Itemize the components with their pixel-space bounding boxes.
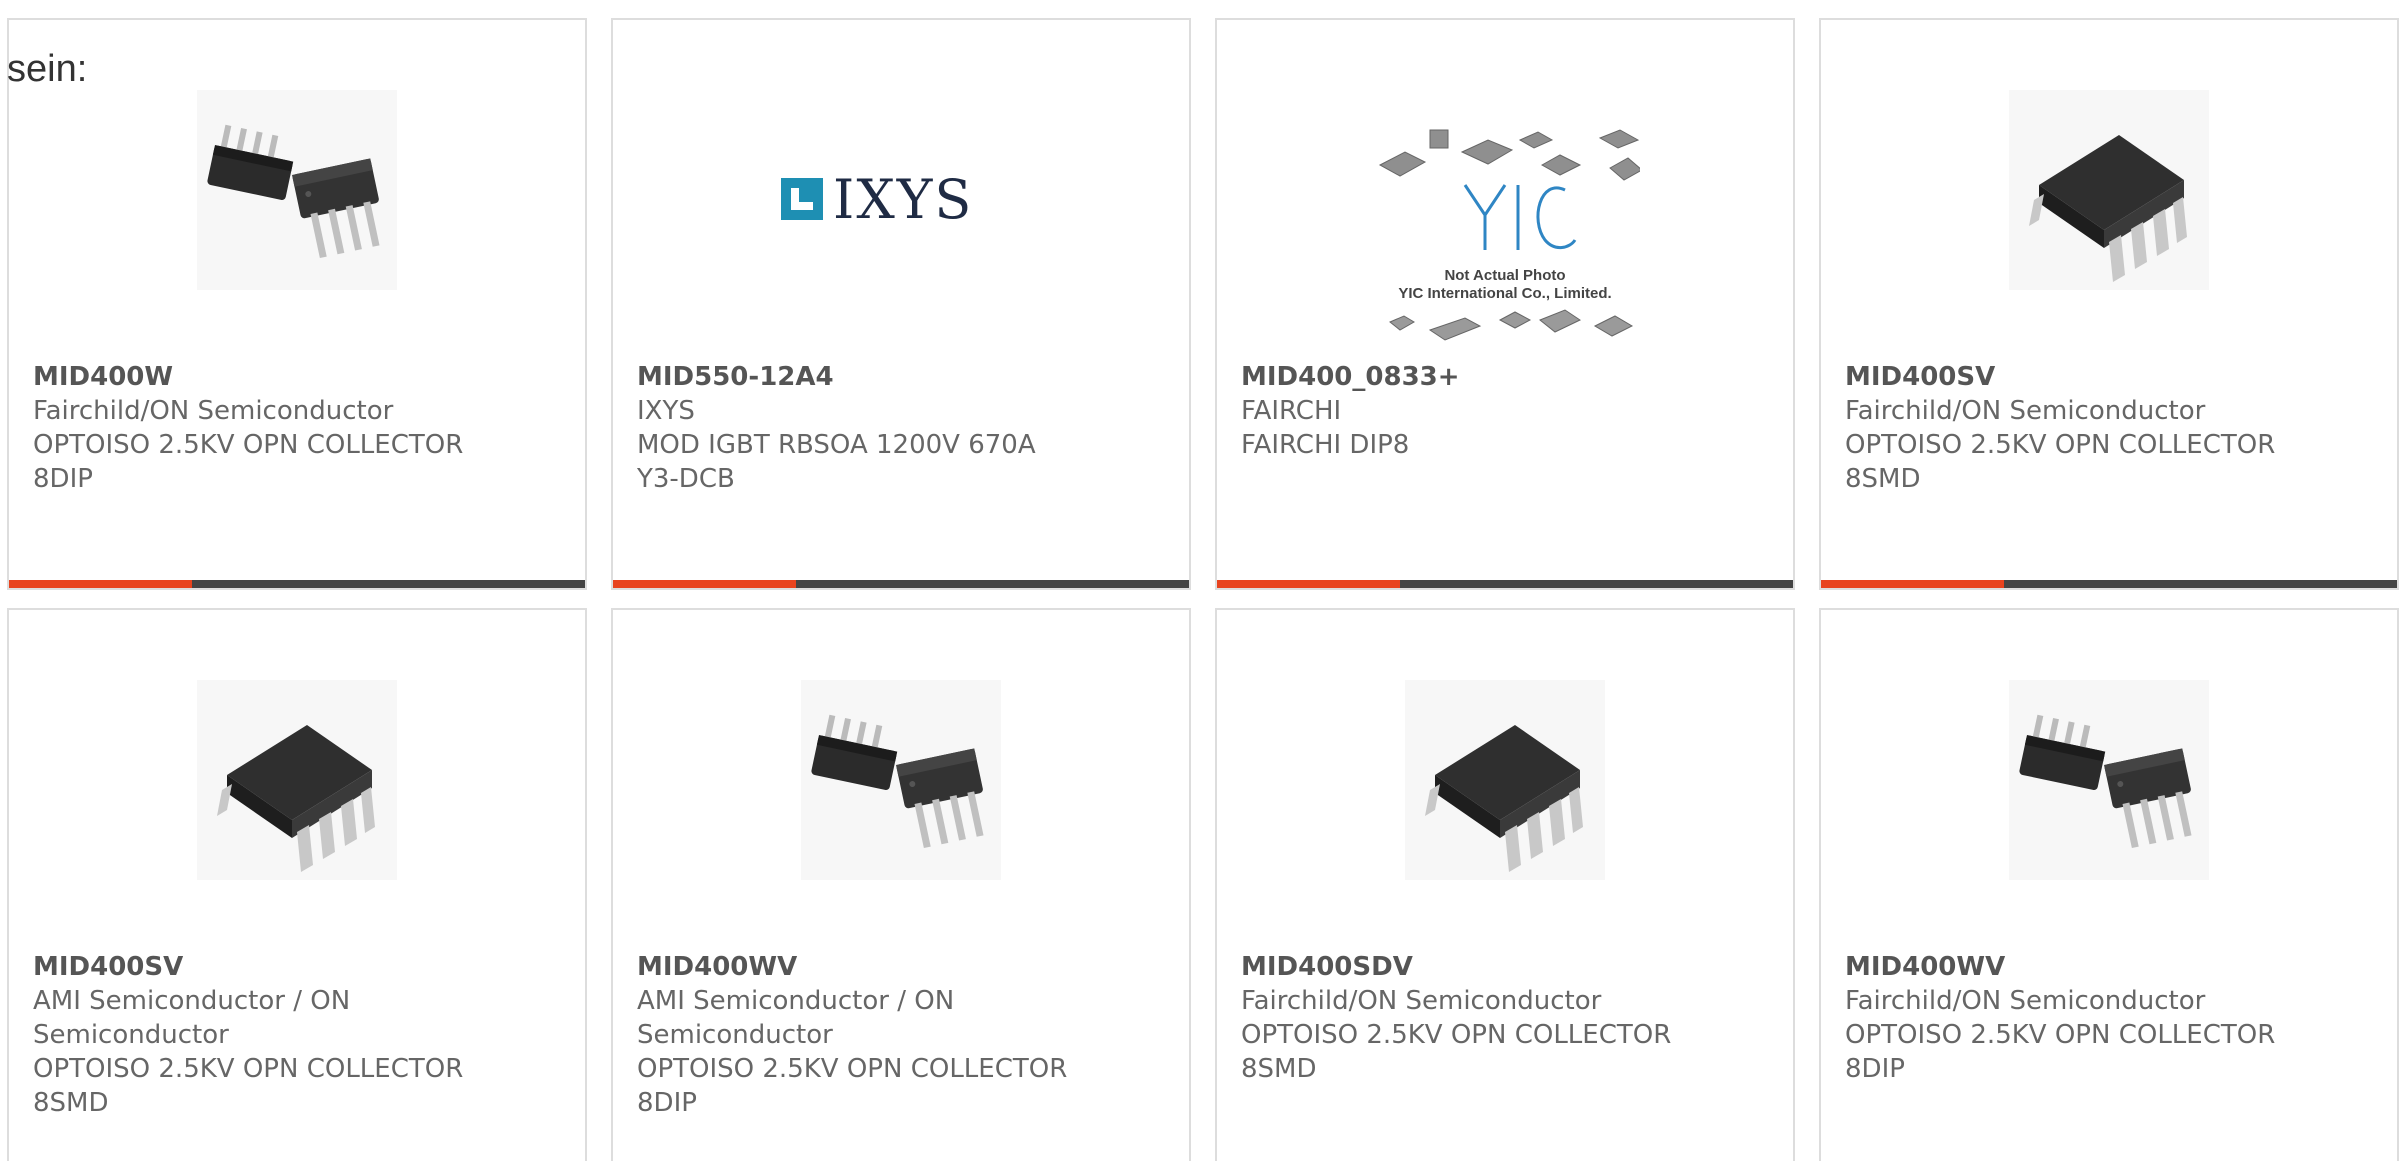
part-number[interactable]: MID400W [33, 360, 561, 394]
description: OPTOISO 2.5KV OPN COLLECTOR [1845, 430, 2276, 460]
product-card[interactable]: MID400SV AMI Semiconductor / ON Semicond… [7, 608, 587, 1161]
description: OPTOISO 2.5KV OPN COLLECTOR [33, 1054, 464, 1084]
part-number[interactable]: MID550-12A4 [637, 360, 1165, 394]
description: OPTOISO 2.5KV OPN COLLECTOR [33, 430, 464, 460]
card-bar [613, 580, 1189, 588]
ixys-logo-text: IXYS [833, 168, 973, 231]
product-info: MID550-12A4 IXYS MOD IGBT RBSOA 1200V 67… [637, 360, 1165, 496]
manufacturer-continued: Semiconductor [33, 1020, 229, 1050]
product-image[interactable] [1821, 680, 2397, 910]
product-info: MID400SDV Fairchild/ON Semiconductor OPT… [1241, 950, 1769, 1086]
description: OPTOISO 2.5KV OPN COLLECTOR [1241, 1020, 1672, 1050]
dip-chip-pair-icon [801, 680, 1001, 880]
product-image[interactable] [1217, 680, 1793, 910]
product-info: MID400_0833+ FAIRCHI FAIRCHI DIP8 [1241, 360, 1769, 462]
package: 8SMD [1241, 1054, 1317, 1084]
product-image[interactable]: IXYS [613, 90, 1189, 320]
dip-chip-pair-icon [197, 90, 397, 290]
card-bar [1821, 580, 2397, 588]
smd-chip-icon [2009, 90, 2209, 290]
yic-placeholder-line-1: Not Actual Photo [1444, 267, 1565, 284]
manufacturer: Fairchild/ON Semiconductor [1241, 986, 1602, 1016]
manufacturer: FAIRCHI [1241, 396, 1342, 426]
package: 8DIP [33, 464, 93, 494]
product-card[interactable]: MID400WV AMI Semiconductor / ON Semicond… [611, 608, 1191, 1161]
product-card[interactable]: IXYS MID550-12A4 IXYS MOD IGBT RBSOA 120… [611, 18, 1191, 590]
package: 8SMD [1845, 464, 1921, 494]
manufacturer: Fairchild/ON Semiconductor [1845, 986, 2206, 1016]
manufacturer-continued: Semiconductor [637, 1020, 833, 1050]
part-number[interactable]: MID400WV [1845, 950, 2373, 984]
yic-placeholder-line-2: YIC International Co., Limited. [1398, 285, 1611, 302]
manufacturer: Fairchild/ON Semiconductor [1845, 396, 2206, 426]
product-info: MID400W Fairchild/ON Semiconductor OPTOI… [33, 360, 561, 496]
product-image[interactable] [613, 680, 1189, 910]
package: 8DIP [1845, 1054, 1905, 1084]
product-image[interactable] [9, 90, 585, 320]
card-bar-accent [1217, 580, 1400, 588]
package: Y3-DCB [637, 464, 735, 494]
product-info: MID400WV AMI Semiconductor / ON Semicond… [637, 950, 1165, 1120]
manufacturer: AMI Semiconductor / ON [33, 986, 351, 1016]
card-bar-accent [1821, 580, 2004, 588]
product-info: MID400SV Fairchild/ON Semiconductor OPTO… [1845, 360, 2373, 496]
package: 8SMD [33, 1088, 109, 1118]
part-number[interactable]: MID400SV [33, 950, 561, 984]
lead-text: sein: [7, 48, 88, 90]
package: 8DIP [637, 1088, 697, 1118]
description: OPTOISO 2.5KV OPN COLLECTOR [1845, 1020, 2276, 1050]
part-number[interactable]: MID400_0833+ [1241, 360, 1769, 394]
smd-chip-icon [197, 680, 397, 880]
card-bar-accent [613, 580, 796, 588]
card-bar-accent [9, 580, 192, 588]
card-bar [1217, 580, 1793, 588]
ixys-logo: IXYS [781, 168, 973, 231]
card-bar [9, 580, 585, 588]
description: FAIRCHI DIP8 [1241, 430, 1410, 460]
yic-placeholder-image: Not Actual Photo YIC International Co., … [1378, 129, 1640, 341]
product-card[interactable]: MID400SDV Fairchild/ON Semiconductor OPT… [1215, 608, 1795, 1161]
description: MOD IGBT RBSOA 1200V 670A [637, 430, 1036, 460]
smd-chip-icon [1405, 680, 1605, 880]
part-number[interactable]: MID400WV [637, 950, 1165, 984]
product-info: MID400WV Fairchild/ON Semiconductor OPTO… [1845, 950, 2373, 1086]
product-card[interactable]: MID400WV Fairchild/ON Semiconductor OPTO… [1819, 608, 2399, 1161]
dip-chip-pair-icon [2009, 680, 2209, 880]
product-card[interactable]: MID400W Fairchild/ON Semiconductor OPTOI… [7, 18, 587, 590]
manufacturer: IXYS [637, 396, 695, 426]
part-number[interactable]: MID400SV [1845, 360, 2373, 394]
product-image[interactable]: Not Actual Photo YIC International Co., … [1217, 90, 1793, 341]
product-image[interactable] [1821, 90, 2397, 320]
product-card[interactable]: Not Actual Photo YIC International Co., … [1215, 18, 1795, 590]
description: OPTOISO 2.5KV OPN COLLECTOR [637, 1054, 1068, 1084]
product-image[interactable] [9, 680, 585, 910]
part-number[interactable]: MID400SDV [1241, 950, 1769, 984]
product-card[interactable]: MID400SV Fairchild/ON Semiconductor OPTO… [1819, 18, 2399, 590]
product-info: MID400SV AMI Semiconductor / ON Semicond… [33, 950, 561, 1120]
manufacturer: AMI Semiconductor / ON [637, 986, 955, 1016]
manufacturer: Fairchild/ON Semiconductor [33, 396, 394, 426]
